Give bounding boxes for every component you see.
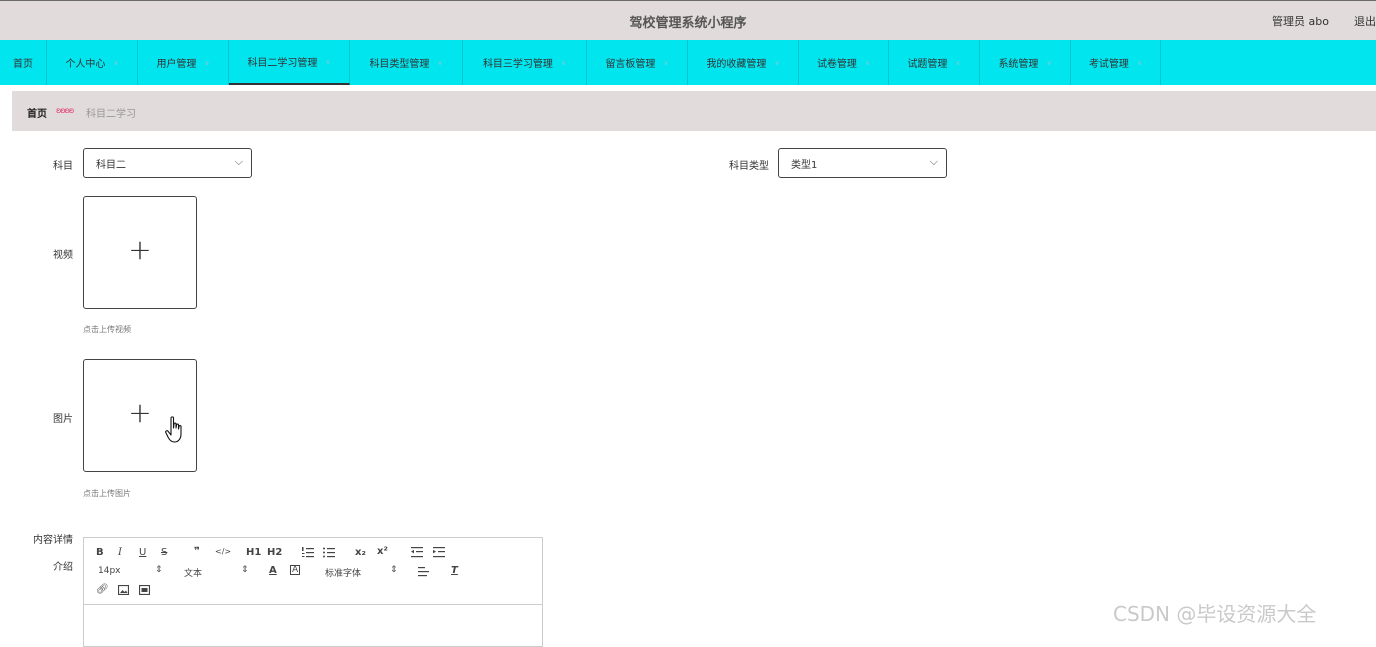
nav-item-label: 系统管理 bbox=[998, 59, 1039, 70]
chevron-down-icon: ∨ bbox=[1046, 58, 1052, 67]
background-color-icon[interactable]: A bbox=[290, 565, 301, 575]
nav-item-questions[interactable]: 试题管理 ∨ bbox=[889, 40, 980, 85]
content-label-line2: 介绍 bbox=[53, 562, 73, 573]
ordered-list-icon[interactable] bbox=[302, 547, 314, 558]
chevron-down-icon: ∨ bbox=[325, 57, 331, 66]
underline-button[interactable]: U bbox=[139, 547, 146, 558]
top-header: 驾校管理系统小程序 管理员 abo 退出 bbox=[0, 0, 1376, 40]
font-family-dropdown-icon[interactable]: ⇕ bbox=[390, 565, 398, 575]
subject-select[interactable]: 科目二 ⌵ bbox=[83, 148, 252, 178]
main-nav: 首页 个人中心 ∨ 用户管理 ∨ 科目二学习管理 ∨ 科目类型管理 ∨ 科目三学习管理 ∨… bbox=[0, 40, 1376, 85]
content-label-line1: 内容详情 bbox=[33, 535, 73, 546]
chevron-down-icon: ∨ bbox=[663, 58, 669, 67]
breadcrumb-current: 科目二学习 bbox=[86, 109, 136, 120]
chevron-down-icon: ∨ bbox=[113, 58, 119, 67]
app-title: 驾校管理系统小程序 bbox=[629, 16, 747, 31]
admin-user-label: 管理员 abo bbox=[1272, 15, 1329, 28]
editor-toolbar: B I U S ❞ </> H1 H2 x₂ x² 14px ⇕ 文本 ⇕ A … bbox=[84, 538, 542, 605]
bullet-list-icon[interactable] bbox=[323, 547, 335, 558]
chevron-down-icon: ∨ bbox=[560, 58, 567, 67]
nav-item-subject3-study[interactable]: 科目三学习管理 ∨ bbox=[463, 40, 587, 85]
chevron-down-icon: ∨ bbox=[774, 58, 780, 67]
nav-item-label: 科目三学习管理 bbox=[482, 59, 553, 70]
chevron-down-icon: ∨ bbox=[437, 58, 443, 67]
video-label: 视频 bbox=[53, 250, 73, 261]
paragraph-dropdown-icon[interactable]: ⇕ bbox=[241, 565, 249, 575]
clear-format-icon[interactable]: T bbox=[451, 565, 458, 576]
nav-item-label: 科目二学习管理 bbox=[247, 58, 318, 69]
subject-label: 科目 bbox=[53, 161, 73, 172]
nav-item-favorites[interactable]: 我的收藏管理 ∨ bbox=[688, 40, 799, 85]
rich-text-editor: B I U S ❞ </> H1 H2 x₂ x² 14px ⇕ 文本 ⇕ A … bbox=[83, 537, 543, 647]
watermark: CSDN @毕设资源大全 bbox=[1113, 602, 1317, 626]
nav-item-label: 首页 bbox=[13, 59, 33, 70]
image-insert-icon[interactable] bbox=[118, 585, 129, 595]
subject-select-value: 科目二 bbox=[96, 159, 126, 171]
outdent-icon[interactable] bbox=[411, 547, 423, 558]
image-upload-hint: 点击上传图片 bbox=[83, 489, 131, 498]
font-family-select[interactable]: 标准字体 bbox=[325, 566, 361, 579]
nav-item-label: 留言板管理 bbox=[605, 59, 656, 70]
video-upload-button[interactable]: + bbox=[83, 196, 197, 309]
nav-item-label: 个人中心 bbox=[65, 59, 106, 70]
indent-icon[interactable] bbox=[433, 547, 445, 558]
align-icon[interactable] bbox=[418, 567, 429, 577]
hand-pointer-cursor-icon bbox=[165, 416, 182, 443]
chevron-down-icon: ∨ bbox=[1136, 58, 1143, 67]
subject-type-select[interactable]: 类型1 ⌵ bbox=[778, 148, 947, 178]
nav-item-label: 科目类型管理 bbox=[369, 59, 430, 70]
image-label: 图片 bbox=[53, 414, 73, 425]
video-upload-hint: 点击上传视频 bbox=[83, 325, 131, 334]
nav-item-papers[interactable]: 试卷管理 ∨ bbox=[799, 40, 889, 85]
italic-button[interactable]: I bbox=[118, 547, 122, 558]
editor-content-area[interactable] bbox=[84, 606, 542, 646]
chevron-down-icon: ∨ bbox=[955, 58, 961, 67]
nav-item-label: 试卷管理 bbox=[816, 59, 857, 70]
superscript-button[interactable]: x² bbox=[377, 546, 388, 557]
bold-button[interactable]: B bbox=[96, 547, 104, 558]
nav-item-label: 考试管理 bbox=[1088, 59, 1129, 70]
subject-type-select-value: 类型1 bbox=[791, 159, 818, 171]
chevron-down-icon: ∨ bbox=[204, 58, 210, 67]
subject-type-label: 科目类型 bbox=[729, 161, 769, 172]
chevron-down-icon: ∨ bbox=[864, 58, 871, 67]
subscript-button[interactable]: x₂ bbox=[355, 547, 366, 558]
video-insert-icon[interactable] bbox=[139, 585, 150, 595]
nav-item-label: 我的收藏管理 bbox=[706, 59, 767, 70]
blockquote-button[interactable]: ❞ bbox=[194, 546, 200, 557]
nav-item-home[interactable]: 首页 bbox=[0, 40, 47, 85]
code-block-button[interactable]: </> bbox=[215, 547, 231, 556]
strike-button[interactable]: S bbox=[161, 547, 167, 558]
nav-item-label: 用户管理 bbox=[156, 59, 197, 70]
paragraph-select[interactable]: 文本 bbox=[184, 566, 202, 579]
nav-item-label: 试题管理 bbox=[907, 59, 948, 70]
nav-item-subject2-study[interactable]: 科目二学习管理 ∨ bbox=[229, 40, 350, 85]
font-size-dropdown-icon[interactable]: ⇕ bbox=[155, 565, 163, 575]
breadcrumb-home[interactable]: 首页 bbox=[27, 105, 47, 120]
breadcrumb-separator-icon: ʚʚʚʚ bbox=[56, 106, 74, 115]
nav-item-subject-type[interactable]: 科目类型管理 ∨ bbox=[350, 40, 463, 85]
font-color-icon[interactable]: A bbox=[269, 565, 277, 576]
plus-icon: + bbox=[128, 233, 152, 266]
logout-link[interactable]: 退出 bbox=[1354, 13, 1376, 29]
breadcrumb: 首页 ʚʚʚʚ 科目二学习 bbox=[12, 91, 1376, 131]
nav-item-exams[interactable]: 考试管理 ∨ bbox=[1071, 40, 1161, 85]
font-size-select[interactable]: 14px bbox=[98, 566, 121, 576]
nav-item-personal-center[interactable]: 个人中心 ∨ bbox=[47, 40, 138, 85]
link-icon[interactable]: 🔗︎ bbox=[96, 584, 109, 595]
chevron-down-icon: ⌵ bbox=[929, 155, 938, 168]
nav-item-user-management[interactable]: 用户管理 ∨ bbox=[138, 40, 229, 85]
nav-item-system[interactable]: 系统管理 ∨ bbox=[980, 40, 1071, 85]
nav-item-message-board[interactable]: 留言板管理 ∨ bbox=[587, 40, 688, 85]
heading2-button[interactable]: H2 bbox=[267, 547, 282, 558]
chevron-down-icon: ⌵ bbox=[234, 155, 243, 168]
heading1-button[interactable]: H1 bbox=[246, 547, 261, 558]
